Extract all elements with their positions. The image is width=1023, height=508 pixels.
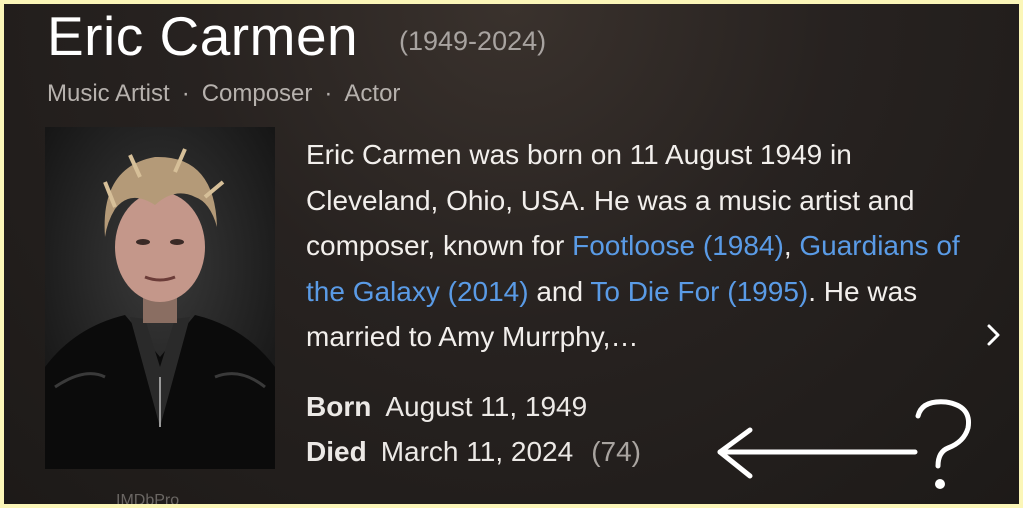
- life-years: (1949-2024): [399, 26, 547, 56]
- link-to-die-for[interactable]: To Die For (1995): [590, 276, 808, 307]
- roles-line: Music Artist · Composer · Actor: [47, 80, 400, 108]
- born-row: Born August 11, 1949: [306, 384, 641, 429]
- chevron-right-icon[interactable]: [979, 320, 1009, 350]
- arrow-left-question-icon: [710, 396, 980, 496]
- facts-list: Born August 11, 1949 Died March 11, 2024…: [306, 384, 641, 474]
- role-actor[interactable]: Actor: [344, 80, 400, 108]
- born-value: August 11, 1949: [385, 391, 588, 422]
- role-composer[interactable]: Composer: [202, 80, 313, 108]
- died-age: (74): [591, 436, 641, 467]
- photo-credit: IMDbPro: [116, 492, 180, 504]
- born-label: Born: [306, 391, 372, 422]
- artist-photo[interactable]: [45, 127, 275, 469]
- bio-text: Eric Carmen was born on 11 August 1949 i…: [306, 132, 986, 360]
- died-row: Died March 11, 2024 (74): [306, 429, 641, 474]
- role-separator: ·: [324, 80, 333, 107]
- link-footloose[interactable]: Footloose (1984): [572, 230, 784, 261]
- died-label: Died: [306, 436, 367, 467]
- knowledge-panel: Eric Carmen (1949-2024) Music Artist · C…: [4, 4, 1019, 504]
- bio-text-part: ,: [783, 230, 800, 261]
- died-value: March 11, 2024: [380, 436, 574, 467]
- artist-name: Eric Carmen: [47, 5, 359, 67]
- bio-text-part: and: [528, 275, 591, 307]
- role-music-artist[interactable]: Music Artist: [47, 80, 170, 108]
- portrait-image: [45, 127, 275, 469]
- role-separator: ·: [181, 80, 190, 107]
